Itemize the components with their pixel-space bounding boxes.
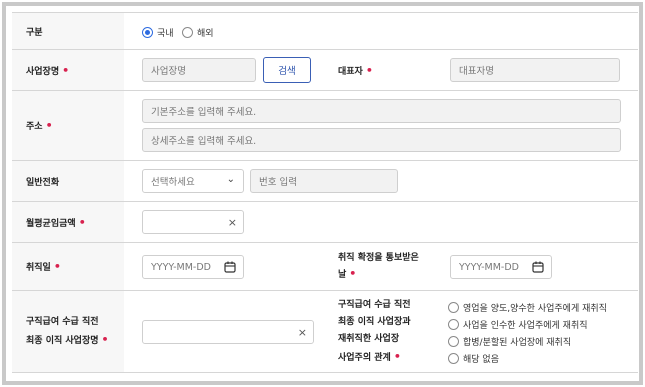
address-label: 주소 • [12, 91, 124, 160]
row-wage: 월평균임금액 • × [12, 201, 638, 242]
business-name-input[interactable]: 사업장명 [142, 58, 256, 82]
clear-icon[interactable]: × [228, 216, 237, 229]
row-phone: 일반전화 선택하세요 ⌄ 번호 입력 [12, 160, 638, 201]
phone-label: 일반전화 [12, 161, 124, 201]
row-dates: 취직일 • YYYY-MM-DD 취직 확정을 통보받은 날 • YYYY-MM-D… [12, 242, 638, 290]
last-employer-input[interactable]: × [142, 320, 314, 344]
row-address: 주소 • 기본주소를 입력해 주세요. 상세주소를 입력해 주세요. [12, 90, 638, 160]
required-mark: • [53, 260, 61, 273]
required-mark: • [45, 119, 53, 132]
phone-area-select[interactable]: 선택하세요 ⌄ [142, 169, 244, 193]
radio-overseas[interactable]: 해외 [182, 26, 214, 39]
radio-domestic[interactable]: 국내 [142, 26, 174, 39]
type-label: 구분 [12, 13, 124, 49]
relationship-option-none[interactable]: 해당 없음 [448, 352, 499, 365]
avg-wage-input[interactable]: × [142, 210, 244, 234]
relationship-option-merge[interactable]: 합병/분할된 사업장에 재취직 [448, 335, 571, 348]
row-last-employer: 구직급여 수급 직전 최종 이직 사업장명 • × 구직급여 수급 직전 최종 이… [12, 290, 638, 373]
radio-overseas-circle[interactable] [182, 27, 193, 38]
row-type: 구분 국내 해외 [12, 12, 638, 49]
radio-domestic-label: 국내 [157, 29, 174, 39]
relationship-option-label: 영업을 양도,양수한 사업주에게 재취직 [463, 304, 607, 314]
relationship-option-label: 사업을 인수한 사업주에게 재취직 [463, 321, 588, 331]
radio-circle[interactable] [448, 353, 459, 364]
relationship-option-label: 해당 없음 [463, 355, 499, 365]
notified-date-label: 취직 확정을 통보받은 날 • [338, 253, 419, 280]
avg-wage-label: 월평균임금액 • [12, 202, 124, 242]
business-name-label: 사업장명 • [12, 50, 124, 90]
relationship-option-label: 합병/분할된 사업장에 재취직 [463, 338, 572, 348]
relationship-label: 구직급여 수급 직전 최종 이직 사업장과 재취직한 사업장 사업주의 관계 • [338, 299, 411, 363]
representative-input[interactable]: 대표자명 [450, 58, 620, 82]
address-detail-input[interactable]: 상세주소를 입력해 주세요. [142, 128, 621, 152]
clear-icon[interactable]: × [298, 326, 307, 339]
radio-domestic-circle[interactable] [142, 27, 153, 38]
radio-overseas-label: 해외 [197, 29, 214, 39]
required-mark: • [365, 63, 373, 77]
calendar-icon[interactable] [224, 261, 236, 273]
hire-date-label: 취직일 • [12, 243, 124, 290]
calendar-icon[interactable] [532, 261, 544, 273]
radio-circle[interactable] [448, 336, 459, 347]
address-basic-input[interactable]: 기본주소를 입력해 주세요. [142, 99, 621, 123]
row-business: 사업장명 • 사업장명 검색 대표자 • 대표자명 [12, 49, 638, 90]
relationship-option-acquire[interactable]: 사업을 인수한 사업주에게 재취직 [448, 318, 588, 331]
chevron-down-icon: ⌄ [226, 174, 235, 185]
required-mark: • [101, 333, 109, 346]
last-employer-label: 구직급여 수급 직전 최종 이직 사업장명 • [12, 291, 124, 372]
form-frame: 구분 국내 해외 사업장명 • 사업장명 검색 대표자 • 대표자명 주소 • 기본주… [2, 2, 643, 385]
relationship-option-transfer[interactable]: 영업을 양도,양수한 사업주에게 재취직 [448, 301, 607, 314]
required-mark: • [393, 349, 401, 363]
required-mark: • [349, 267, 357, 280]
notified-date-input[interactable]: YYYY-MM-DD [450, 255, 552, 279]
search-button[interactable]: 검색 [263, 57, 311, 83]
required-mark: • [78, 215, 86, 229]
phone-number-input[interactable]: 번호 입력 [250, 169, 398, 193]
radio-circle[interactable] [448, 319, 459, 330]
required-mark: • [62, 63, 70, 77]
hire-date-input[interactable]: YYYY-MM-DD [142, 255, 244, 279]
radio-circle[interactable] [448, 302, 459, 313]
representative-label: 대표자 • [338, 63, 373, 77]
